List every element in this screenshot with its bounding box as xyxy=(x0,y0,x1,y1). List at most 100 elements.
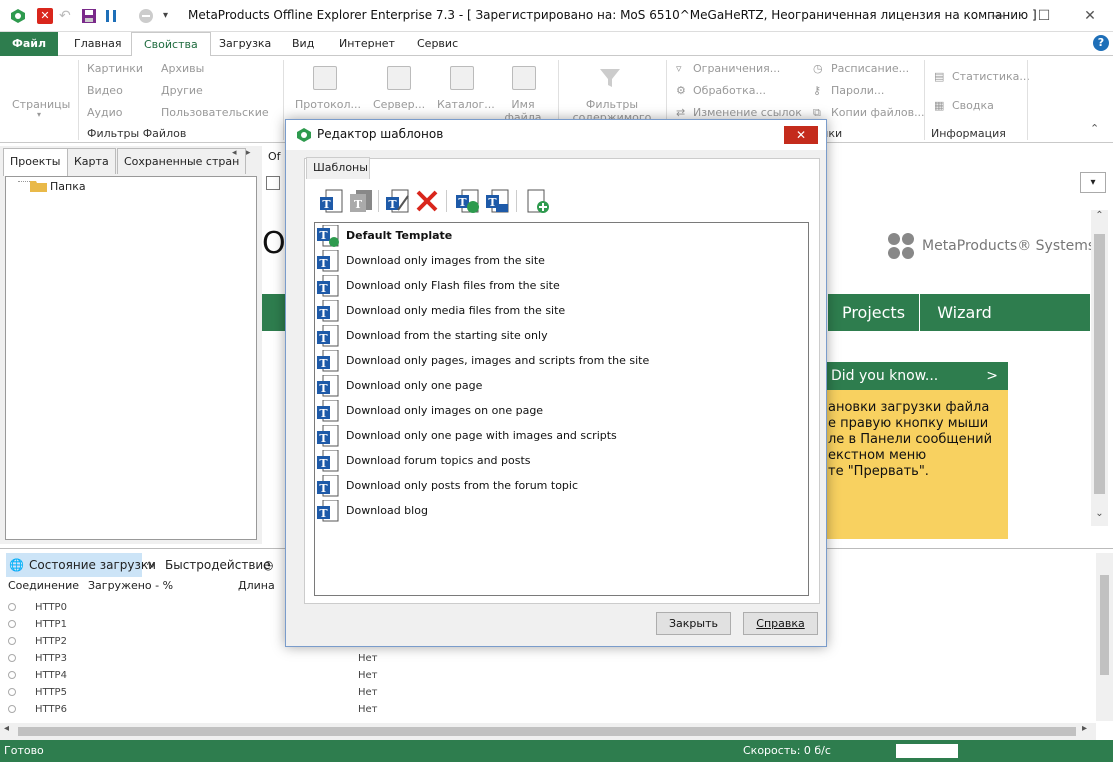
filter-archives[interactable]: Архивы xyxy=(161,62,204,75)
new-template-icon[interactable]: T xyxy=(318,188,344,214)
scroll-thumb[interactable] xyxy=(1094,234,1105,494)
passwords-button[interactable]: Пароли... xyxy=(831,84,884,97)
filter-other[interactable]: Другие xyxy=(161,84,203,97)
list-item[interactable]: T Download only one page xyxy=(315,373,795,398)
undo-icon[interactable]: ↶ xyxy=(59,8,75,24)
address-dropdown[interactable]: ▾ xyxy=(1080,172,1106,193)
col-connection[interactable]: Соединение xyxy=(8,579,79,592)
tab-map[interactable]: Карта xyxy=(67,148,116,174)
tab-templates[interactable]: Шаблоны xyxy=(306,157,370,179)
server-button[interactable]: Сервер... xyxy=(373,98,425,111)
tab-file[interactable]: Файл xyxy=(0,32,58,56)
tip-next-button[interactable]: > xyxy=(986,362,998,390)
template-label: Download only posts from the forum topic xyxy=(346,479,579,492)
scroll-thumb[interactable] xyxy=(18,727,1076,736)
tab-projects[interactable]: Проекты xyxy=(3,148,68,176)
nav-projects[interactable]: Projects xyxy=(827,294,919,331)
stop-icon[interactable]: ✕ xyxy=(37,8,53,24)
list-item[interactable]: T Download blog xyxy=(315,498,795,523)
link-change-button[interactable]: Изменение ссылок xyxy=(693,106,802,119)
pause-icon[interactable] xyxy=(103,8,119,24)
tab-saved-pages[interactable]: Сохраненные стран xyxy=(117,148,247,174)
list-item[interactable]: T Download only images from the site xyxy=(315,248,795,273)
tip-line: ановки загрузки файла xyxy=(828,400,990,415)
tab-internet[interactable]: Интернет xyxy=(327,32,407,56)
nav-wizard[interactable]: Wizard xyxy=(919,294,1009,331)
list-item[interactable]: T Download only pages, images and script… xyxy=(315,348,795,373)
template-label: Download from the starting site only xyxy=(346,329,548,342)
list-item[interactable]: T Download only media files from the sit… xyxy=(315,298,795,323)
tab-download[interactable]: Загрузка xyxy=(207,32,283,56)
scroll-up-icon[interactable]: ⌃ xyxy=(1091,210,1108,227)
connection-name: HTTP6 xyxy=(35,704,67,715)
minus-circle-icon[interactable] xyxy=(138,8,154,24)
tab-performance[interactable]: Быстродействие xyxy=(165,555,271,575)
file-copies-button[interactable]: Копии файлов... xyxy=(831,106,925,119)
summary-button[interactable]: Сводка xyxy=(952,99,994,112)
filename-button[interactable]: Имя файла xyxy=(498,98,548,120)
collapse-ribbon-icon[interactable]: ⌃ xyxy=(1090,122,1099,135)
schedule-button[interactable]: Расписание... xyxy=(831,62,909,75)
tip-line: те "Прервать". xyxy=(828,464,929,479)
tab-scroll-right-icon[interactable]: ▸ xyxy=(246,148,251,158)
list-item[interactable]: T Download forum topics and posts xyxy=(315,448,795,473)
col-length[interactable]: Длина xyxy=(238,579,275,592)
help-button[interactable]: Справка xyxy=(743,612,818,635)
maximize-button[interactable]: ☐ xyxy=(1021,0,1067,32)
copy-template-icon[interactable]: T xyxy=(348,188,374,214)
filter-video[interactable]: Видео xyxy=(87,84,123,97)
pages-button[interactable]: Страницы xyxy=(12,98,70,111)
set-default-template-icon[interactable]: T xyxy=(454,188,480,214)
content-scrollbar[interactable]: ⌃ ⌄ xyxy=(1091,210,1108,526)
delete-template-icon[interactable] xyxy=(414,188,440,214)
close-button[interactable]: Закрыть xyxy=(656,612,731,635)
template-label: Default Template xyxy=(346,229,453,242)
tab-download-status[interactable]: Состояние загрузки xyxy=(29,555,156,575)
limits-button[interactable]: Ограничения... xyxy=(693,62,780,75)
scroll-down-icon[interactable]: ⌄ xyxy=(1091,508,1108,525)
list-item[interactable]: T Download only images on one page xyxy=(315,398,795,423)
tab-service[interactable]: Сервис xyxy=(405,32,470,56)
scroll-right-icon[interactable]: ▸ xyxy=(1082,723,1087,734)
catalog-button[interactable]: Каталог... xyxy=(437,98,495,111)
dialog-close-button[interactable]: ✕ xyxy=(784,126,818,144)
folder-icon xyxy=(450,66,474,90)
help-icon[interactable]: ? xyxy=(1093,35,1109,51)
save-icon[interactable] xyxy=(81,8,97,24)
tip-line: екстном меню xyxy=(828,448,927,463)
svg-text:T: T xyxy=(354,198,363,211)
edit-template-icon[interactable]: T xyxy=(384,188,410,214)
content-filters-button[interactable]: Фильтры содержимого xyxy=(572,98,652,120)
list-item[interactable]: T Download only posts from the forum top… xyxy=(315,473,795,498)
col-downloaded[interactable]: Загружено - % xyxy=(88,579,173,592)
bottom-hscrollbar[interactable]: ◂ ▸ xyxy=(0,723,1096,740)
filter-custom[interactable]: Пользовательские xyxy=(161,106,269,119)
bottom-vscrollbar[interactable] xyxy=(1096,553,1113,721)
list-item[interactable]: T Download only one page with images and… xyxy=(315,423,795,448)
processing-button[interactable]: Обработка... xyxy=(693,84,766,97)
statistics-button[interactable]: Статистика... xyxy=(952,70,1030,83)
protocol-button[interactable]: Протокол... xyxy=(295,98,361,111)
scroll-thumb[interactable] xyxy=(1100,575,1109,675)
tab-home[interactable]: Главная xyxy=(62,32,134,56)
template-icon: T xyxy=(317,349,339,372)
tree-item-folder[interactable]: Папка xyxy=(50,180,86,193)
list-item[interactable]: T Download from the starting site only xyxy=(315,323,795,348)
tab-scroll-left-icon[interactable]: ◂ xyxy=(232,148,237,158)
close-window-button[interactable]: ✕ xyxy=(1067,0,1113,32)
minimize-button[interactable]: — xyxy=(975,0,1021,32)
import-template-icon[interactable] xyxy=(524,188,550,214)
customize-dropdown-icon[interactable]: ▾ xyxy=(163,8,179,24)
filter-audio[interactable]: Аудио xyxy=(87,106,123,119)
title-bar: ✕ ↶ ▾ MetaProducts Offline Explorer Ente… xyxy=(0,0,1113,32)
export-template-icon[interactable]: T xyxy=(484,188,510,214)
scroll-left-icon[interactable]: ◂ xyxy=(4,723,9,734)
group-label-info: Информация xyxy=(931,127,1006,140)
tab-properties[interactable]: Свойства xyxy=(131,32,211,57)
chart-icon: ∿ xyxy=(146,558,156,571)
list-item[interactable]: T Default Template xyxy=(315,223,795,248)
list-item[interactable]: T Download only Flash files from the sit… xyxy=(315,273,795,298)
tab-view[interactable]: Вид xyxy=(280,32,326,56)
view-tab[interactable]: Of xyxy=(268,150,281,163)
filter-images[interactable]: Картинки xyxy=(87,62,143,75)
